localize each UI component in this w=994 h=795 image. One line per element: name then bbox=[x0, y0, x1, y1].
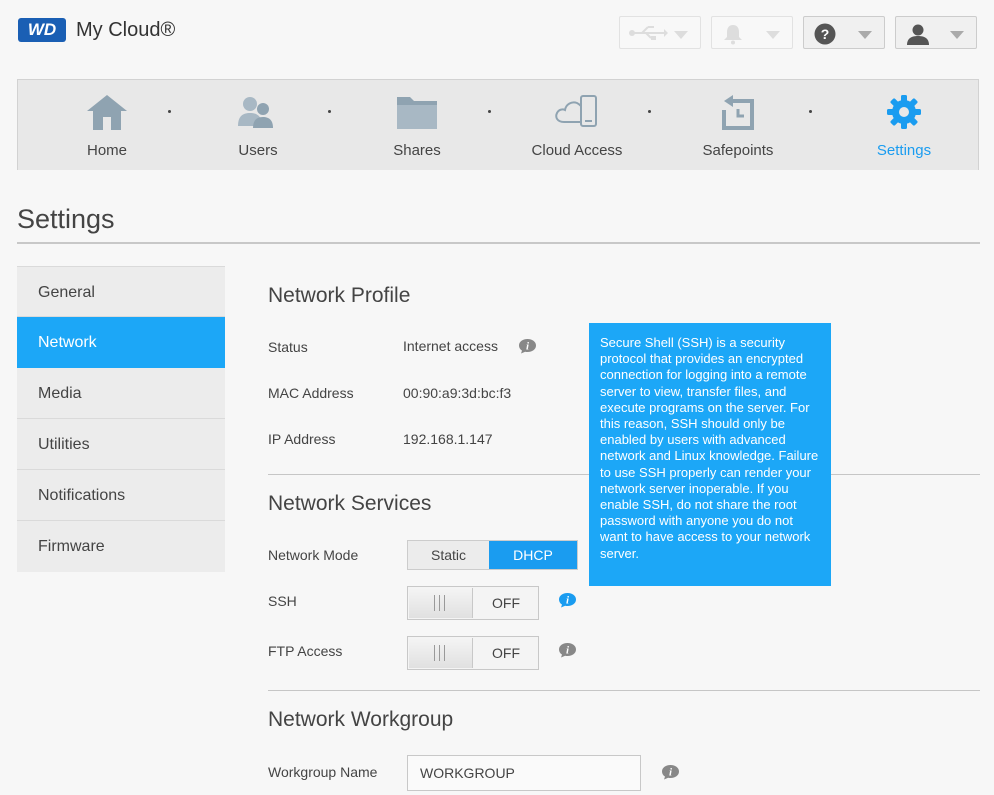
ssh-tooltip: Secure Shell (SSH) is a security protoco… bbox=[589, 323, 831, 586]
cloud-access-icon bbox=[555, 95, 597, 127]
mac-label: MAC Address bbox=[268, 385, 354, 401]
ftp-toggle[interactable]: OFF bbox=[407, 636, 539, 670]
ssh-state: OFF bbox=[492, 595, 520, 611]
workgroup-name-input[interactable] bbox=[407, 755, 641, 791]
usb-icon bbox=[629, 26, 668, 40]
title-divider bbox=[17, 242, 980, 244]
chevron-down-icon bbox=[766, 31, 780, 39]
svg-text:?: ? bbox=[821, 26, 830, 42]
workgroup-info-icon[interactable]: i bbox=[661, 764, 680, 780]
network-mode-dhcp-button[interactable]: DHCP bbox=[489, 541, 577, 569]
app-title: My Cloud® bbox=[76, 19, 176, 41]
nav-safepoints[interactable]: Safepoints bbox=[663, 80, 813, 171]
chevron-down-icon bbox=[858, 31, 872, 39]
nav-label: Settings bbox=[876, 142, 932, 159]
nav-separator bbox=[328, 110, 331, 113]
ftp-label: FTP Access bbox=[268, 643, 343, 659]
wd-logo: WD bbox=[18, 18, 66, 42]
help-button[interactable]: ? bbox=[803, 16, 885, 49]
nav-separator bbox=[488, 110, 491, 113]
ftp-info-icon[interactable]: i bbox=[558, 642, 577, 658]
nav-home[interactable]: Home bbox=[32, 80, 182, 171]
status-label: Status bbox=[268, 339, 308, 355]
sidebar-item-media[interactable]: Media bbox=[17, 368, 225, 419]
section-title-network-workgroup: Network Workgroup bbox=[268, 708, 454, 731]
safepoint-icon bbox=[722, 95, 754, 130]
sidebar-item-notifications[interactable]: Notifications bbox=[17, 470, 225, 521]
usb-button[interactable] bbox=[619, 16, 701, 49]
ftp-state: OFF bbox=[492, 645, 520, 661]
ssh-toggle[interactable]: OFF bbox=[407, 586, 539, 620]
nav-label: Shares bbox=[393, 142, 441, 159]
nav-cloud-access[interactable]: Cloud Access bbox=[502, 80, 652, 171]
network-mode-label: Network Mode bbox=[268, 547, 359, 563]
nav-label: Safepoints bbox=[702, 142, 774, 159]
network-mode-toggle: Static DHCP bbox=[407, 540, 578, 570]
folder-icon bbox=[397, 97, 437, 129]
ssh-label: SSH bbox=[268, 593, 297, 609]
nav-shares[interactable]: Shares bbox=[342, 80, 492, 171]
mac-value: 00:90:a9:3d:bc:f3 bbox=[403, 385, 512, 401]
sidebar-item-network[interactable]: Network bbox=[17, 317, 225, 368]
chevron-down-icon bbox=[950, 31, 964, 39]
help-icon: ? bbox=[814, 23, 836, 45]
status-value: Internet access bbox=[403, 338, 498, 354]
page-title: Settings bbox=[17, 204, 115, 234]
bell-icon bbox=[724, 25, 742, 45]
sidebar-item-firmware[interactable]: Firmware bbox=[17, 521, 225, 572]
network-mode-static-button[interactable]: Static bbox=[408, 541, 489, 569]
nav-separator bbox=[809, 110, 812, 113]
section-title-network-services: Network Services bbox=[268, 492, 432, 515]
settings-sidebar: General Network Media Utilities Notifica… bbox=[17, 266, 225, 572]
workgroup-name-label: Workgroup Name bbox=[268, 764, 378, 780]
toggle-knob bbox=[409, 638, 473, 668]
nav-label: Cloud Access bbox=[531, 142, 623, 159]
nav-label: Home bbox=[86, 142, 127, 159]
user-icon bbox=[907, 24, 929, 45]
main-nav: Home Users Shares Cloud Access Safepoint… bbox=[17, 79, 979, 170]
ip-value: 192.168.1.147 bbox=[403, 431, 493, 447]
toggle-knob bbox=[409, 588, 473, 618]
user-menu-button[interactable] bbox=[895, 16, 977, 49]
alerts-button[interactable] bbox=[711, 16, 793, 49]
gear-icon bbox=[887, 95, 921, 129]
status-info-icon[interactable]: i bbox=[518, 338, 537, 354]
ip-label: IP Address bbox=[268, 431, 336, 447]
nav-separator bbox=[168, 110, 171, 113]
section-divider bbox=[268, 690, 980, 691]
sidebar-item-utilities[interactable]: Utilities bbox=[17, 419, 225, 470]
users-icon bbox=[238, 97, 273, 128]
sidebar-item-general[interactable]: General bbox=[17, 266, 225, 317]
nav-label: Users bbox=[238, 142, 278, 159]
section-title-network-profile: Network Profile bbox=[268, 284, 411, 307]
home-icon bbox=[87, 95, 127, 130]
chevron-down-icon bbox=[674, 31, 688, 39]
nav-users[interactable]: Users bbox=[183, 80, 333, 171]
nav-separator bbox=[648, 110, 651, 113]
ssh-info-icon[interactable]: i bbox=[558, 592, 577, 608]
nav-settings[interactable]: Settings bbox=[829, 80, 979, 171]
